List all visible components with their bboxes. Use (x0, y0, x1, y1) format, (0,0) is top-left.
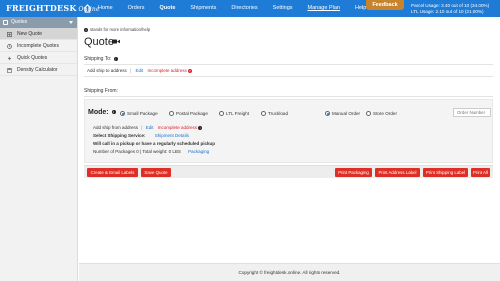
save-quote-button[interactable]: Save Quote (141, 168, 171, 177)
nav-orders[interactable]: Orders (128, 5, 145, 11)
divider (84, 64, 493, 65)
radio-label: Manual Order (332, 111, 361, 116)
action-button-bar: Create & Email Labels Save Quote Print P… (84, 165, 493, 178)
nav-home[interactable]: Home (98, 5, 113, 11)
radio-label: Store Order (373, 111, 397, 116)
incomplete-address-warning: Incomplete address (157, 125, 198, 130)
radio-label: Postal Package (176, 111, 208, 116)
top-navbar: FREIGHTDESK Online Home Orders Quote Ship… (0, 0, 500, 17)
print-address-label-button[interactable]: Print Address Label (375, 168, 420, 177)
shipping-service-line: Select Shipping Service: Shipment Detail… (93, 133, 189, 138)
print-packaging-button[interactable]: Print Packaging (335, 168, 372, 177)
sidebar-item-new-quote[interactable]: New Quote (0, 28, 77, 40)
video-camera-icon[interactable] (112, 39, 120, 44)
add-ship-to-address: Add ship to address (87, 68, 127, 73)
info-icon[interactable]: i (111, 110, 116, 115)
sidebar: Quotes New Quote Incomplete Quotes Quick… (0, 17, 78, 281)
info-legend: i stands for more information/help (84, 27, 150, 32)
radio-label: LTL Freight (226, 111, 249, 116)
sidebar-header-label: Quotes (11, 19, 28, 25)
chevron-down-icon (69, 21, 73, 24)
pickup-note: Will call in a pickup or have a regularl… (93, 141, 215, 146)
info-icon[interactable]: i (113, 56, 118, 61)
radio-selected-icon (120, 111, 125, 117)
radio-icon (366, 111, 371, 117)
radio-label: Truckload (268, 111, 288, 116)
new-quote-icon (7, 32, 12, 37)
packages-summary-line: Number of Packages 0 | Total weight: 0 L… (93, 149, 209, 154)
sidebar-item-label: Density Calculator (17, 67, 58, 73)
sidebar-item-density-calculator[interactable]: Density Calculator (0, 64, 77, 76)
nav-directories[interactable]: Directories (231, 5, 257, 11)
mode-label-text: Mode: (88, 109, 109, 116)
radio-icon (219, 111, 224, 117)
radio-icon (261, 111, 266, 117)
divider (84, 96, 493, 97)
info-legend-text: stands for more information/help (90, 27, 151, 32)
divider (84, 76, 493, 77)
create-email-labels-button[interactable]: Create & Email Labels (87, 168, 138, 177)
nav-manage-plan[interactable]: Manage Plan (308, 5, 340, 11)
radio-label: Small Package (127, 111, 158, 116)
shipping-to-label: Shipping To: i (84, 56, 118, 62)
order-number-input[interactable] (453, 108, 491, 117)
incomplete-address-warning: Incomplete address (147, 68, 187, 73)
nav-settings[interactable]: Settings (273, 5, 293, 11)
pickup-note-text: Will call in a pickup or have a regularl… (93, 141, 215, 146)
edit-ship-to-link[interactable]: Edit (135, 68, 143, 73)
home-icon[interactable] (83, 4, 92, 13)
nav-help[interactable]: Help (355, 5, 366, 11)
calculator-icon (7, 68, 12, 73)
radio-selected-icon (325, 111, 330, 117)
print-all-button[interactable]: Print All (471, 168, 490, 177)
shipping-from-panel: Mode: i Small Package Postal Package LTL… (84, 99, 493, 163)
footer: Copyright © freightdesk.online. All righ… (79, 263, 500, 281)
ship-from-address-line: Add ship from address | Edit Incomplete … (93, 125, 203, 130)
order-type-manual[interactable]: Manual Order (325, 111, 361, 117)
radio-icon (169, 111, 174, 117)
brand-name: FREIGHTDESK (6, 3, 77, 13)
quick-quote-icon (7, 56, 12, 61)
select-service-label: Select Shipping Service: (93, 133, 146, 138)
shipping-to-label-text: Shipping To: (84, 56, 112, 62)
help-icon[interactable]: ? (187, 68, 192, 73)
info-icon: i (84, 27, 88, 32)
nav-shipments[interactable]: Shipments (190, 5, 216, 11)
sidebar-item-quick-quotes[interactable]: Quick Quotes (0, 52, 77, 64)
feedback-button[interactable]: Feedback (366, 0, 404, 10)
mode-ltl-freight[interactable]: LTL Freight (219, 111, 249, 117)
packages-summary: Number of Packages 0 | Total weight: 0 L… (93, 149, 181, 154)
info-icon[interactable]: i (198, 125, 203, 130)
mode-small-package[interactable]: Small Package (120, 111, 158, 117)
quotes-icon (3, 20, 8, 25)
mode-label: Mode: i (88, 109, 116, 116)
mode-truckload[interactable]: Truckload (261, 111, 288, 117)
incomplete-icon (7, 44, 12, 49)
shipment-details-link[interactable]: Shipment Details (155, 133, 189, 138)
sidebar-header-quotes[interactable]: Quotes (0, 17, 77, 28)
sidebar-item-label: New Quote (17, 31, 43, 37)
sidebar-item-label: Incomplete Quotes (17, 43, 59, 49)
page-title: Quote (84, 36, 114, 48)
order-type-store[interactable]: Store Order (366, 111, 397, 117)
ship-to-address-line: Add ship to address | Edit Incomplete ad… (87, 68, 192, 73)
mode-postal-package[interactable]: Postal Package (169, 111, 208, 117)
packaging-link[interactable]: Packaging (188, 149, 209, 154)
main-nav: Home Orders Quote Shipments Directories … (98, 5, 381, 11)
shipping-from-label: Shipping From: (84, 88, 118, 94)
sidebar-item-incomplete-quotes[interactable]: Incomplete Quotes (0, 40, 77, 52)
usage-stats: Parcel Usage: 3.40 out of 10 (34.00%) LT… (411, 3, 489, 15)
main-content: i stands for more information/help Quote … (79, 17, 500, 281)
edit-ship-from-link[interactable]: Edit (146, 125, 154, 130)
sidebar-item-label: Quick Quotes (17, 55, 48, 61)
add-ship-from-address: Add ship from address (93, 125, 139, 130)
nav-quote[interactable]: Quote (159, 5, 175, 11)
print-shipping-label-button[interactable]: Print Shipping Label (423, 168, 468, 177)
ltl-usage: LTL Usage: 2.10 out of 10 (21.00%) (411, 9, 484, 14)
